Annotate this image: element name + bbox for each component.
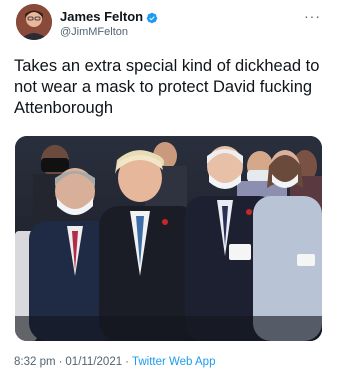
tweet-date[interactable]: 01/11/2021 bbox=[65, 356, 122, 368]
tweet-time[interactable]: 8:32 pm bbox=[14, 356, 56, 368]
tweet-card: James Felton @JimMFelton ··· Takes an ex… bbox=[0, 0, 337, 375]
more-options-icon[interactable]: ··· bbox=[304, 8, 321, 24]
tweet-meta: 8:32 pm · 01/11/2021 · Twitter Web App bbox=[14, 356, 215, 368]
author-info: James Felton @JimMFelton bbox=[60, 10, 158, 39]
meta-separator: · bbox=[125, 356, 129, 368]
source-app-link[interactable]: Twitter Web App bbox=[132, 356, 216, 368]
photo-of-seated-audience bbox=[15, 136, 322, 341]
tweet-header: James Felton @JimMFelton ··· bbox=[16, 4, 325, 44]
author-handle[interactable]: @JimMFelton bbox=[60, 25, 158, 39]
tweet-photo[interactable] bbox=[15, 136, 322, 341]
meta-separator: · bbox=[58, 356, 63, 368]
author-avatar[interactable] bbox=[16, 4, 52, 40]
author-name[interactable]: James Felton bbox=[60, 10, 143, 24]
author-name-row: James Felton bbox=[60, 10, 158, 24]
verified-badge-icon bbox=[146, 11, 158, 24]
tweet-text: Takes an extra special kind of dickhead … bbox=[14, 57, 320, 117]
